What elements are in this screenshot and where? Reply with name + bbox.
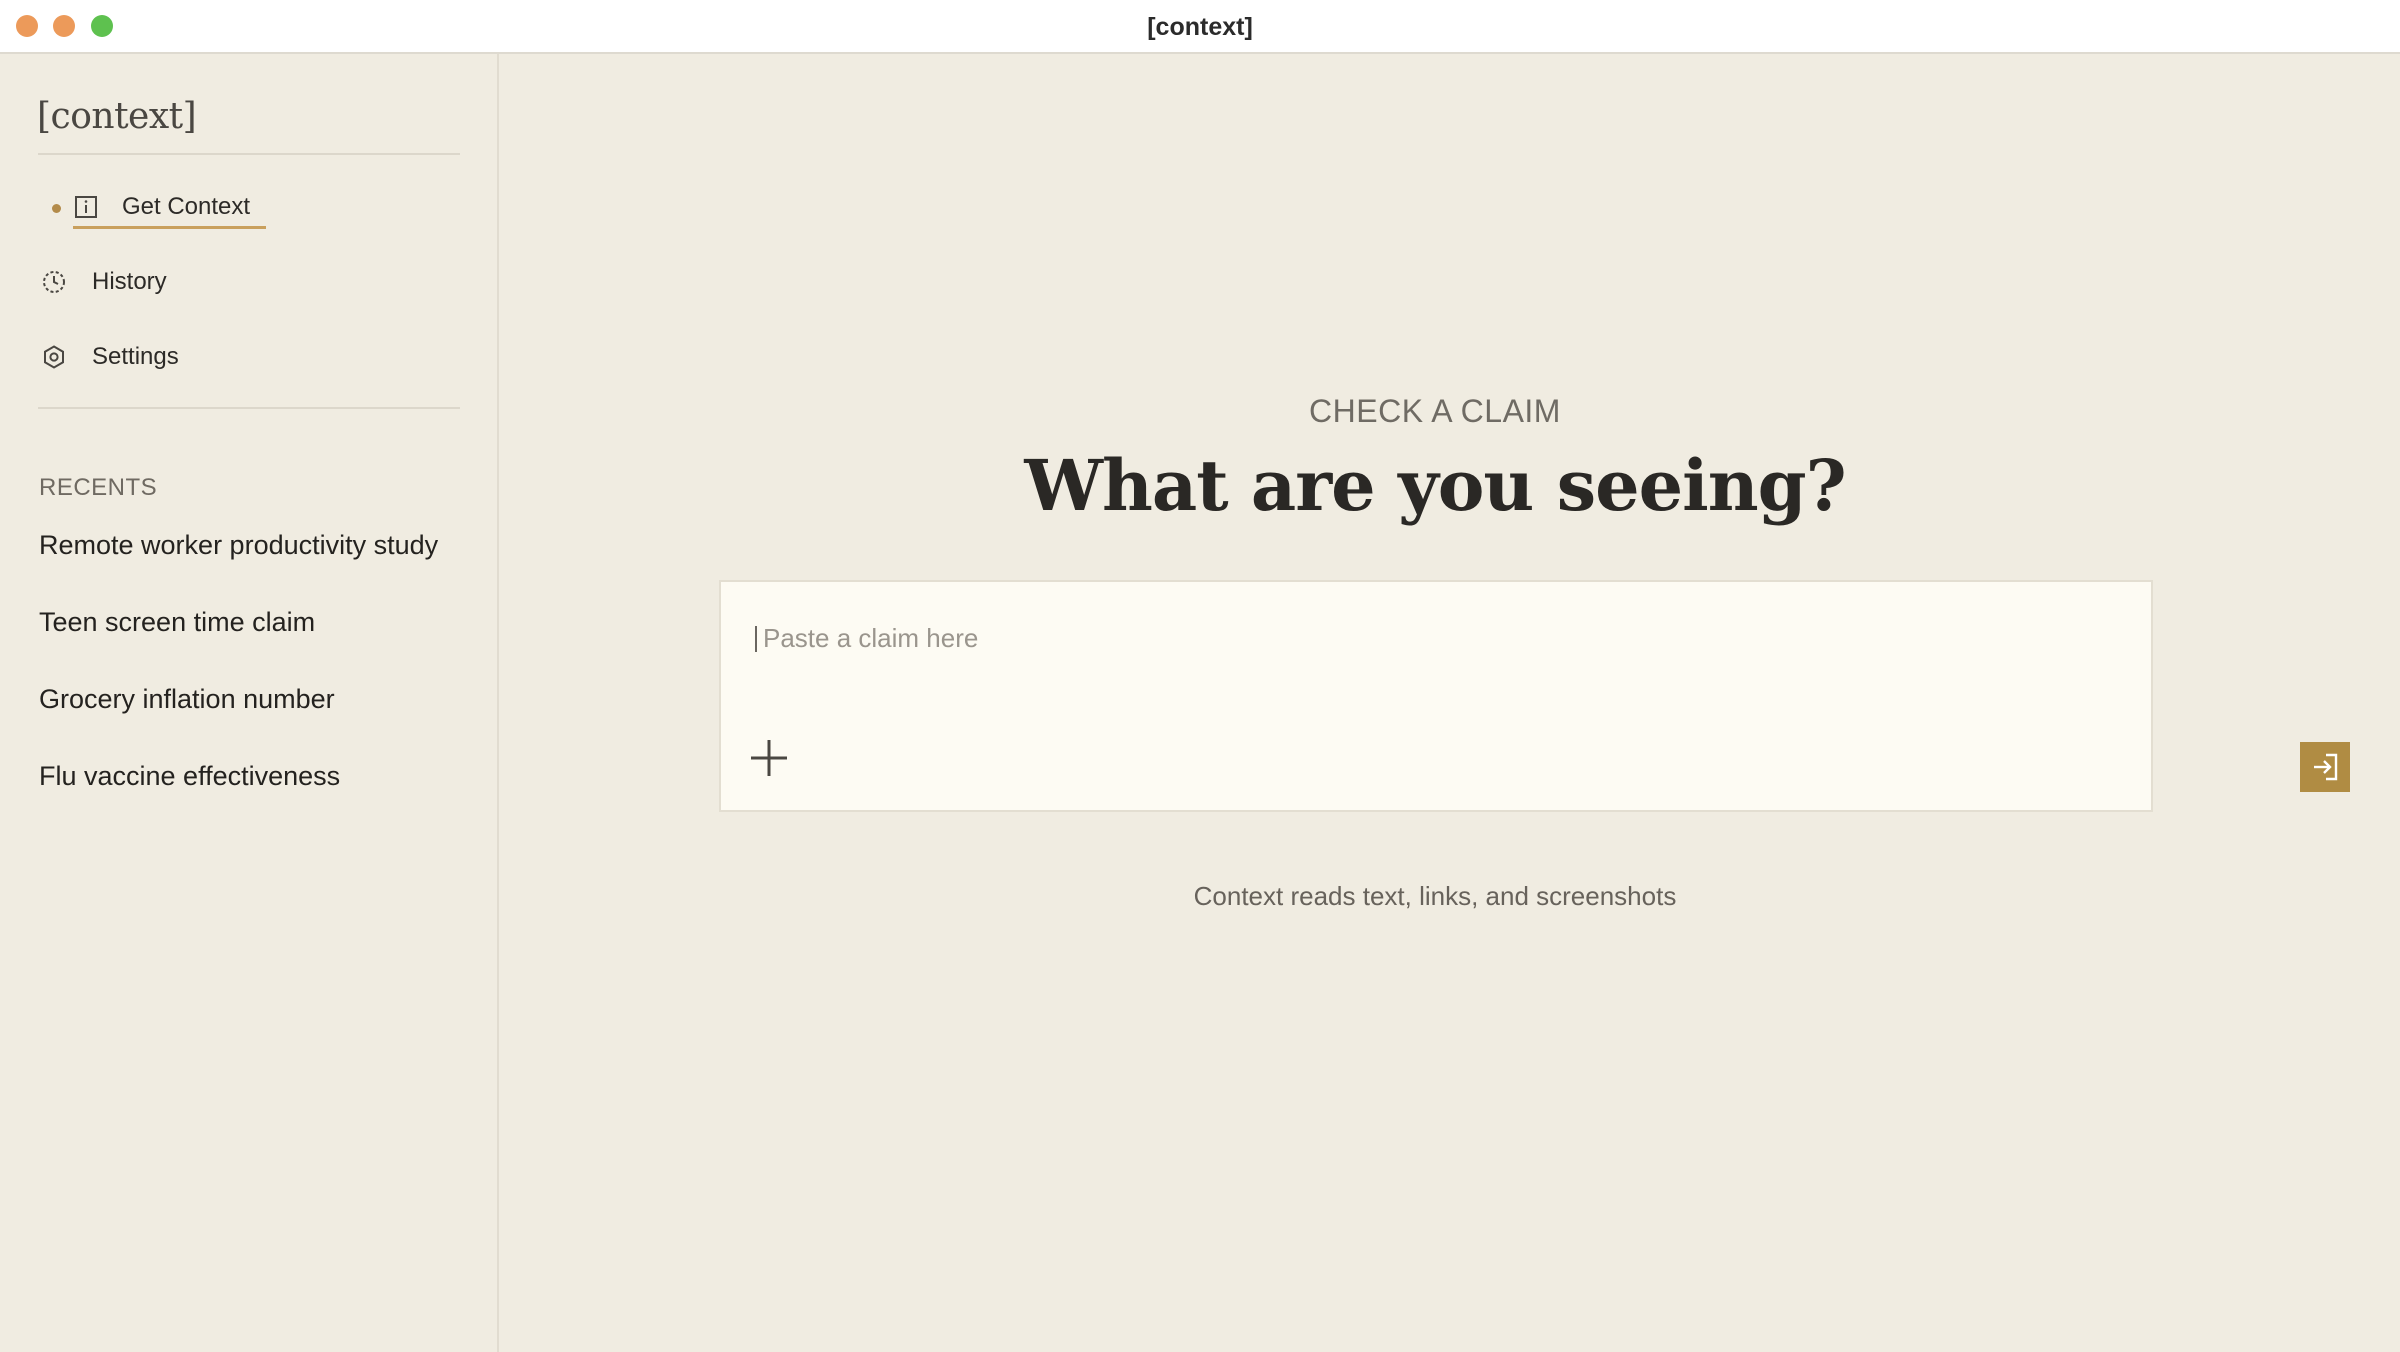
clock-icon	[40, 268, 68, 296]
input-hint: Context reads text, links, and screensho…	[1193, 881, 1677, 911]
page-title: What are you seeing?	[1024, 444, 1846, 527]
recents-heading: RECENTS	[39, 474, 158, 501]
sidebar-divider-bottom	[38, 407, 460, 409]
nav-item-get-context[interactable]: Get Context	[0, 179, 499, 235]
active-indicator-dot	[52, 204, 61, 213]
brand-logo: [context]	[37, 96, 197, 137]
recent-item[interactable]: Teen screen time claim	[39, 607, 459, 638]
title-bar: [context]	[0, 0, 2400, 54]
nav-label-get-context: Get Context	[122, 193, 251, 220]
nav-item-history[interactable]: History	[0, 254, 499, 310]
nav-label-settings: Settings	[92, 343, 179, 370]
sidebar-divider-top	[38, 153, 460, 155]
text-caret	[755, 626, 757, 652]
claim-input[interactable]	[763, 618, 2063, 658]
info-square-icon	[72, 193, 100, 221]
app-window: [context] [context] Get Context History …	[0, 0, 2400, 1352]
submit-button[interactable]	[2300, 742, 2350, 792]
attach-button[interactable]	[745, 734, 793, 782]
plus-icon	[745, 740, 793, 786]
recent-item[interactable]: Flu vaccine effectiveness	[39, 761, 459, 792]
nav-item-settings[interactable]: Settings	[0, 329, 499, 385]
section-eyebrow: CHECK A CLAIM	[1309, 393, 1561, 429]
recent-item[interactable]: Remote worker productivity study	[39, 530, 459, 561]
window-title: [context]	[1147, 13, 1253, 41]
active-underline	[73, 226, 266, 229]
nav-label-history: History	[92, 268, 167, 295]
main-content: CHECK A CLAIM What are you seeing? Paste…	[501, 54, 2400, 1352]
sidebar: [context] Get Context History Settings R…	[0, 54, 499, 1352]
claim-composer	[719, 580, 2350, 812]
gear-icon	[40, 343, 68, 371]
recent-item[interactable]: Grocery inflation number	[39, 684, 459, 715]
